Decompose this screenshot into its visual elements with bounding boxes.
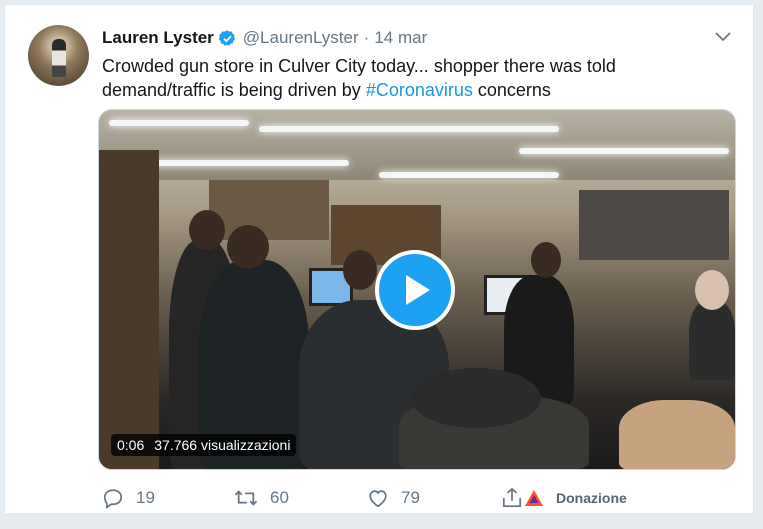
chevron-down-icon[interactable]	[715, 31, 731, 43]
tweet-text-tail: concerns	[472, 80, 551, 100]
donation-label: Donazione	[556, 490, 627, 506]
separator-dot: ·	[363, 28, 370, 47]
like-icon	[369, 490, 387, 508]
play-button[interactable]	[375, 250, 455, 330]
share-icon	[502, 487, 522, 508]
play-icon	[406, 275, 430, 305]
view-count: 37.766 visualizzazioni	[154, 437, 291, 453]
like-count: 79	[401, 488, 420, 507]
brave-rewards-icon	[525, 490, 543, 506]
tweet-header: Lauren Lyster @LaurenLyster · 14 mar	[102, 27, 427, 49]
video-info-badge: 0:06 37.766 visualizzazioni	[111, 434, 297, 456]
hashtag-link[interactable]: #Coronavirus	[366, 80, 473, 100]
retweet-button[interactable]: 60	[234, 483, 289, 513]
reply-icon	[103, 489, 123, 509]
like-button[interactable]: 79	[367, 483, 420, 513]
donation-button[interactable]: Donazione	[524, 483, 627, 513]
video-player[interactable]: 0:06 37.766 visualizzazioni	[98, 109, 736, 470]
verified-badge-icon	[218, 29, 235, 46]
video-duration: 0:06	[117, 437, 145, 453]
retweet-icon	[234, 490, 258, 506]
author-handle[interactable]: @LaurenLyster	[243, 28, 359, 48]
reply-button[interactable]: 19	[102, 483, 155, 513]
tweet-actions: 19 60 79 Donazione	[102, 483, 742, 513]
tweet-text: Crowded gun store in Culver City today..…	[102, 54, 722, 102]
retweet-count: 60	[270, 488, 289, 507]
tweet-date[interactable]: 14 mar	[374, 28, 427, 48]
tweet-card[interactable]: Lauren Lyster @LaurenLyster · 14 mar Cro…	[4, 4, 754, 514]
timeline-gap	[0, 514, 763, 529]
author-name[interactable]: Lauren Lyster	[102, 28, 214, 48]
avatar[interactable]	[28, 25, 89, 86]
reply-count: 19	[136, 488, 155, 507]
